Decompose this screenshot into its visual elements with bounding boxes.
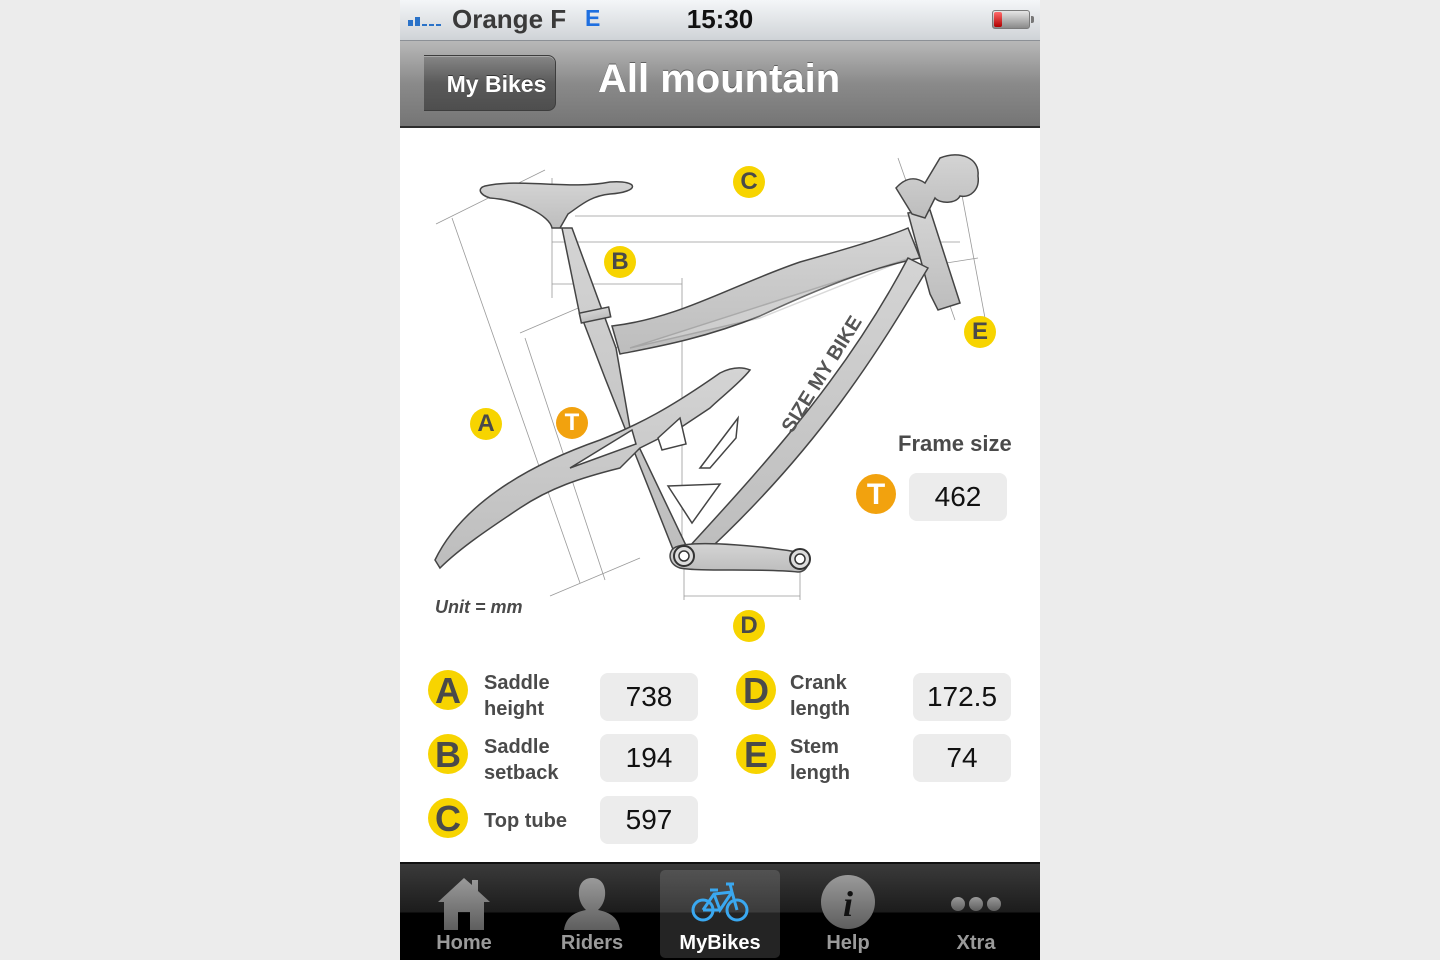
page-title: All mountain — [598, 57, 841, 101]
label-line: Stem — [790, 736, 839, 758]
label-line: setback — [484, 762, 559, 784]
measurement-badge: A — [428, 670, 468, 711]
measurement-label: Stem length — [790, 734, 850, 786]
frame-size-value: 462 — [909, 473, 1007, 521]
frame-illustration: SIZE MY BIKE — [434, 154, 986, 600]
measurement-label: Saddle height — [484, 670, 550, 722]
marker-a: A — [470, 408, 502, 440]
clock: 15:30 — [686, 4, 754, 34]
label-line: Saddle — [484, 672, 550, 694]
battery-icon — [992, 10, 1034, 29]
bicycle-icon — [691, 882, 749, 922]
marker-t: T — [556, 407, 588, 439]
tab-bar: Home Riders MyBikes i Help Xtra — [400, 862, 1040, 960]
marker-d: D — [733, 610, 765, 642]
tab-mybikes[interactable]: MyBikes — [660, 870, 780, 958]
measurement-label: Saddle setback — [484, 734, 559, 786]
tab-xtra[interactable]: Xtra — [916, 870, 1036, 958]
label-line: Saddle — [484, 736, 550, 758]
marker-c: C — [733, 166, 765, 198]
marker-b: B — [604, 246, 636, 278]
measurement-badge: C — [428, 798, 468, 839]
person-icon — [564, 878, 620, 930]
measurement-label: Crank length — [790, 670, 850, 722]
tab-riders[interactable]: Riders — [532, 870, 652, 958]
measurement-value: 738 — [600, 673, 698, 721]
unit-label: Unit = mm — [435, 597, 523, 617]
label-line: length — [790, 762, 850, 784]
tab-label: Riders — [560, 932, 624, 954]
tab-label: Xtra — [956, 932, 996, 954]
status-bar: Orange F E 15:30 — [400, 0, 1040, 41]
navigation-bar: My Bikes All mountain — [400, 41, 1040, 128]
svg-text:i: i — [843, 884, 853, 924]
marker-e: E — [964, 316, 996, 348]
measurement-badge: E — [736, 734, 776, 775]
measurement-label: Top tube — [484, 810, 567, 832]
tab-home[interactable]: Home — [404, 870, 524, 958]
bike-frame-diagram: SIZE MY BIKE C B E A T D Unit = mm Frame… — [400, 128, 1040, 658]
info-icon: i — [821, 875, 875, 929]
back-button[interactable]: My Bikes — [424, 55, 556, 111]
tab-help[interactable]: i Help — [788, 870, 908, 958]
label-line: length — [790, 698, 850, 720]
measurement-badge: B — [428, 734, 468, 775]
label-line: height — [484, 698, 544, 720]
measurement-value: 74 — [913, 734, 1011, 782]
measurement-value: 597 — [600, 796, 698, 844]
back-button-label: My Bikes — [446, 71, 547, 97]
frame-shape — [434, 154, 979, 573]
measurement-value: 172.5 — [913, 673, 1011, 721]
home-icon — [438, 878, 490, 930]
more-icon — [951, 897, 1001, 911]
tab-label: Help — [826, 932, 870, 954]
phone-screen: Orange F E 15:30 My Bikes All mountain S… — [400, 0, 1040, 960]
label-line: Crank — [790, 672, 847, 694]
frame-size-label: Frame size — [898, 431, 1012, 456]
frame-size-badge: T — [856, 474, 896, 514]
measurement-badge: D — [736, 670, 776, 711]
tab-label: Home — [436, 932, 492, 954]
measurement-value: 194 — [600, 734, 698, 782]
tab-label: MyBikes — [679, 932, 761, 954]
